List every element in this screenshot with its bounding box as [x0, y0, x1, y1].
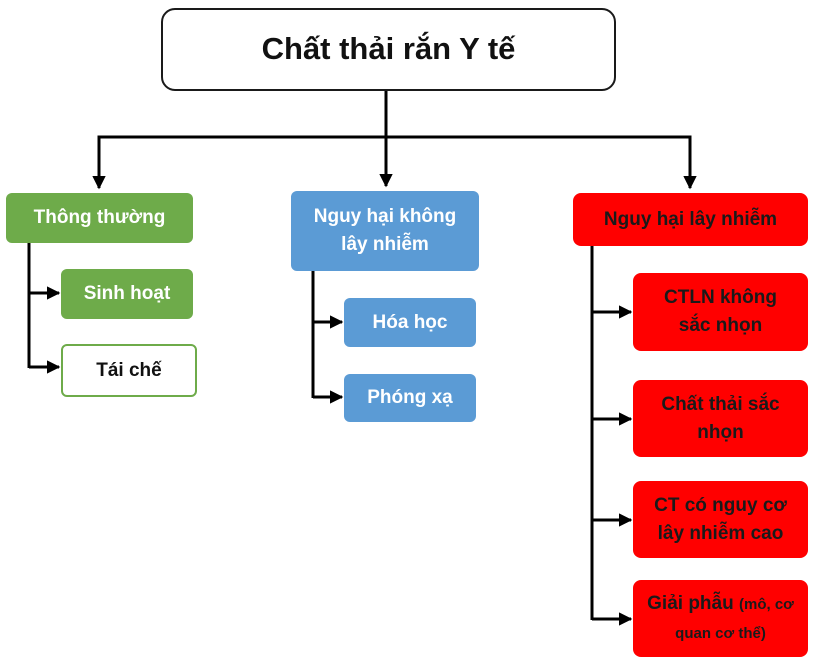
node-anatomical-label: Giải phẫu: [647, 593, 734, 614]
node-non-sharp-label: CTLN không sắc nhọn: [664, 287, 777, 336]
category-normal-label: Thông thường: [33, 207, 166, 229]
node-radioactive: Phóng xạ: [344, 374, 476, 422]
node-domestic-label: Sinh hoạt: [83, 283, 171, 305]
category-infectious-label: Nguy hại lây nhiễm: [603, 208, 778, 230]
node-anatomical: Giải phẫu (mô, cơ quan cơ thể): [633, 580, 808, 657]
category-hazardous-noninfectious-label: Nguy hại không lây nhiễm: [313, 206, 457, 255]
category-hazardous-noninfectious: Nguy hại không lây nhiễm: [291, 191, 479, 271]
horizontal-branch-line: [97, 135, 692, 186]
node-sharp-label: Chất thải sắc nhọn: [661, 393, 780, 443]
node-chemical: Hóa học: [344, 298, 476, 347]
node-non-sharp: CTLN không sắc nhọn: [633, 273, 808, 351]
node-high-risk: CT có nguy cơ lây nhiễm cao: [633, 481, 808, 558]
node-anatomical-text: Giải phẫu (mô, cơ quan cơ thể): [639, 590, 802, 647]
node-radioactive-label: Phóng xạ: [367, 387, 453, 409]
category-infectious: Nguy hại lây nhiễm: [573, 193, 808, 246]
node-chemical-label: Hóa học: [372, 311, 448, 333]
category-normal: Thông thường: [6, 193, 193, 243]
node-sharp: Chất thải sắc nhọn: [633, 380, 808, 457]
node-recycle: Tái chế: [61, 344, 197, 397]
node-recycle-label: Tái chế: [96, 359, 162, 381]
node-domestic: Sinh hoạt: [61, 269, 193, 319]
root-node: Chất thải rắn Y tế: [161, 8, 616, 91]
root-label: Chất thải rắn Y tế: [261, 31, 516, 67]
node-high-risk-label: CT có nguy cơ lây nhiễm cao: [654, 494, 787, 544]
